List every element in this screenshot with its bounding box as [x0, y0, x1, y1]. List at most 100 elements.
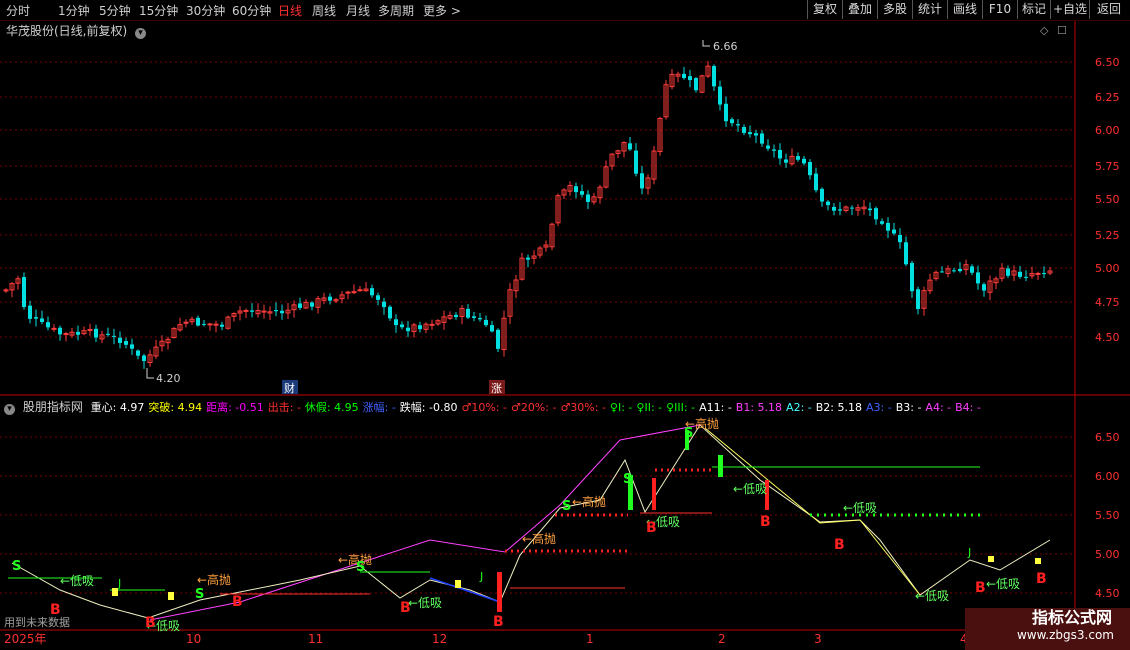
candle-body — [112, 335, 116, 337]
low-buy-label: ←低吸 — [843, 501, 877, 515]
buy-signal: B — [493, 614, 504, 630]
candle-body — [472, 316, 476, 318]
buy-signal: B — [646, 520, 657, 536]
chart-canvas: 6.50 6.25 6.00 5.75 5.50 5.25 5.00 4.75 … — [0, 21, 1130, 650]
indicator-value: 休假: 4.95 — [304, 401, 359, 414]
candle-body — [118, 337, 122, 343]
candle-body — [976, 272, 980, 284]
date-tick: 2025年 — [4, 632, 47, 646]
low-price-label: 4.20 — [156, 372, 181, 385]
candle-body — [220, 324, 224, 327]
sell-signal: S — [356, 560, 365, 575]
signal-bar — [718, 455, 723, 477]
candle-body — [250, 310, 254, 312]
candle-body — [886, 222, 890, 231]
indicator-value: 涨幅: - — [362, 401, 396, 414]
candle-body — [1024, 276, 1028, 278]
candle-body — [730, 119, 734, 124]
price-tick: 5.25 — [1095, 229, 1120, 242]
candle-body — [106, 333, 110, 335]
candle-body — [310, 302, 314, 307]
candle-body — [34, 317, 38, 319]
j-signal: J — [479, 570, 483, 583]
price-tick: 4.50 — [1095, 331, 1120, 344]
indicator-value: ♂20%: - — [510, 401, 557, 414]
candle-body — [736, 124, 740, 126]
candle-body — [280, 310, 284, 314]
candle-body — [418, 325, 422, 330]
diamond-icon[interactable]: ◇ — [1040, 24, 1049, 37]
date-axis: 2025年 10 11 12 1 2 3 4 — [4, 632, 968, 646]
low-marker: 4.20 — [146, 368, 181, 385]
candle-body — [628, 143, 632, 150]
high-throw-label: ←高抛 — [197, 572, 231, 587]
candle-body — [640, 173, 644, 189]
candle-body — [46, 322, 50, 328]
indicator-value: B1: 5.18 — [735, 401, 783, 414]
candle-body — [634, 150, 638, 174]
sell-signal: S — [12, 559, 21, 574]
candle-body — [183, 321, 189, 324]
candle-body — [742, 127, 746, 133]
buy-signal: B — [400, 600, 411, 616]
indicator-value: ♂10%: - — [461, 401, 507, 414]
low-buy-label: ←低吸 — [408, 596, 442, 610]
indicator-value: A11: - — [699, 401, 732, 414]
candle-body — [952, 270, 956, 272]
low-buy-label: ←低吸 — [60, 574, 94, 588]
buy-signal: B — [145, 615, 156, 631]
white-zigzag-line — [11, 424, 1051, 619]
indicator-overlay — [8, 424, 1051, 621]
main-grid — [0, 61, 1075, 594]
indicator-value: A4: - — [925, 401, 952, 414]
candle-body — [910, 262, 914, 292]
high-throw-label: ←高抛 — [522, 531, 556, 546]
sell-signal: S — [562, 499, 571, 514]
signal-bar — [168, 592, 174, 600]
low-buy-label: ←低吸 — [915, 589, 949, 603]
candle-body — [772, 149, 776, 151]
high-price-label: 6.66 — [713, 40, 738, 53]
candle-body — [754, 133, 758, 136]
candle-body — [760, 133, 764, 144]
yellow-line — [704, 427, 921, 596]
watermark-title: 指标公式网 — [1031, 608, 1112, 627]
buy-signal: B — [975, 580, 986, 596]
low-buy-label: ←低吸 — [733, 482, 767, 496]
candle-body — [580, 191, 584, 195]
indicator-tick: 6.00 — [1095, 470, 1120, 483]
candle-body — [880, 221, 884, 224]
candle-body — [892, 229, 896, 234]
high-throw-label: ←高抛 — [572, 494, 606, 509]
candle-body — [874, 208, 878, 220]
price-tick: 5.00 — [1095, 262, 1120, 275]
indicator-axis-labels: 6.50 6.00 5.50 5.00 4.50 — [1095, 431, 1120, 600]
j-signal: J — [117, 577, 121, 590]
indicator-value: B4: - — [955, 401, 981, 414]
buy-signal: B — [760, 514, 771, 530]
candle-body — [838, 209, 842, 211]
candle-body — [688, 76, 692, 81]
candle-body — [429, 323, 435, 326]
candle-body — [345, 291, 351, 294]
future-data-note: 用到未来数据 — [4, 615, 70, 629]
indicator-value: ♂30%: - — [560, 401, 606, 414]
chevron-down-icon[interactable]: ▾ — [4, 404, 15, 415]
candle-body — [1042, 273, 1046, 275]
candle-body — [196, 317, 200, 326]
indicator-tick: 6.50 — [1095, 431, 1120, 444]
candle-body — [748, 132, 752, 135]
candlestick-series — [3, 60, 1053, 369]
price-tick: 5.75 — [1095, 160, 1120, 173]
candle-body — [898, 234, 902, 243]
menu-icon[interactable]: ☐ — [1057, 24, 1067, 37]
sell-signal: S — [195, 587, 204, 602]
candle-body — [586, 194, 590, 202]
date-tick: 1 — [586, 632, 594, 646]
buy-signal: B — [232, 594, 243, 610]
date-tick: 2 — [718, 632, 726, 646]
candle-body — [406, 327, 410, 332]
candle-body — [28, 305, 32, 319]
candle-body — [213, 323, 219, 326]
chevron-down-icon[interactable]: ▾ — [135, 28, 147, 39]
